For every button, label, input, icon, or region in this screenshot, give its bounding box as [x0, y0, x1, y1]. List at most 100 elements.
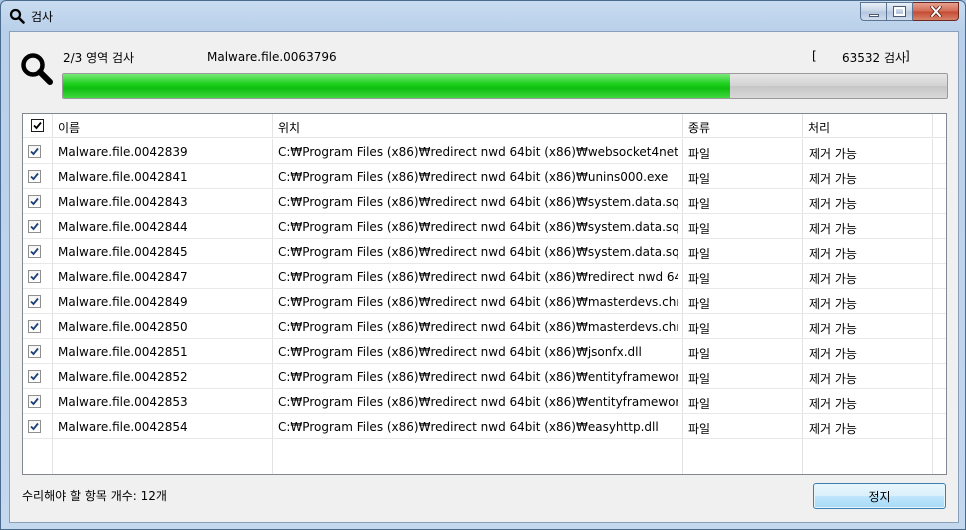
stop-button[interactable]: 정지	[813, 483, 946, 509]
row-checkbox[interactable]	[28, 420, 41, 433]
row-checkbox[interactable]	[28, 245, 41, 258]
results-list[interactable]: 이름 위치 종류 처리 Malware.file.0042839 C:₩Progr…	[22, 113, 947, 475]
select-all-checkbox[interactable]	[31, 119, 44, 132]
minimize-icon	[868, 14, 879, 17]
row-checkbox[interactable]	[28, 320, 41, 333]
row-type: 파일	[688, 322, 711, 336]
row-action: 제거 가능	[809, 397, 857, 411]
row-action: 제거 가능	[809, 247, 857, 261]
scan-count-label: 63532 검사	[842, 51, 907, 65]
current-file-label: Malware.file.0063796	[207, 50, 337, 64]
table-row[interactable]: Malware.file.0042849 C:₩Program Files (x8…	[23, 289, 946, 314]
row-location: C:₩Program Files (x86)₩redirect nwd 64bi…	[278, 345, 642, 359]
scan-window: 검사 2/3 영역 검사 Malware.file.0063796 [ 6353…	[0, 0, 966, 530]
check-icon	[30, 222, 39, 231]
check-icon	[30, 297, 39, 306]
check-icon	[30, 172, 39, 181]
row-location: C:₩Program Files (x86)₩redirect nwd 64bi…	[278, 295, 678, 309]
row-name: Malware.file.0042852	[58, 370, 188, 384]
check-icon	[30, 247, 39, 256]
row-name: Malware.file.0042847	[58, 270, 188, 284]
scan-progress-bar	[62, 73, 948, 99]
row-checkbox[interactable]	[28, 295, 41, 308]
row-type: 파일	[688, 247, 711, 261]
row-action: 제거 가능	[809, 347, 857, 361]
row-checkbox[interactable]	[28, 345, 41, 358]
header-check-column	[23, 114, 53, 137]
row-type: 파일	[688, 147, 711, 161]
count-bracket-open: [	[812, 49, 817, 63]
row-type: 파일	[688, 297, 711, 311]
row-type: 파일	[688, 172, 711, 186]
header-action[interactable]: 처리	[803, 114, 933, 137]
check-icon	[30, 347, 39, 356]
row-checkbox[interactable]	[28, 270, 41, 283]
check-icon	[30, 372, 39, 381]
row-type: 파일	[688, 222, 711, 236]
client-area: 2/3 영역 검사 Malware.file.0063796 [ 63532 검…	[9, 31, 959, 523]
check-icon	[30, 397, 39, 406]
row-checkbox[interactable]	[28, 195, 41, 208]
repair-count-label: 수리해야 할 항목 개수: 12개	[22, 489, 167, 503]
maximize-button[interactable]	[887, 2, 913, 21]
count-bracket-close: ]	[905, 49, 910, 63]
scan-area-label: 2/3 영역 검사	[63, 51, 135, 65]
row-location: C:₩Program Files (x86)₩redirect nwd 64bi…	[278, 370, 678, 384]
check-icon	[30, 322, 39, 331]
row-action: 제거 가능	[809, 222, 857, 236]
row-checkbox[interactable]	[28, 145, 41, 158]
row-location: C:₩Program Files (x86)₩redirect nwd 64bi…	[278, 195, 678, 209]
title-bar[interactable]: 검사	[1, 1, 965, 31]
table-row[interactable]: Malware.file.0042841 C:₩Program Files (x8…	[23, 164, 946, 189]
row-type: 파일	[688, 372, 711, 386]
row-location: C:₩Program Files (x86)₩redirect nwd 64bi…	[278, 220, 678, 234]
search-icon	[9, 8, 25, 24]
check-icon	[30, 197, 39, 206]
results-rows: Malware.file.0042839 C:₩Program Files (x8…	[23, 139, 946, 439]
row-checkbox[interactable]	[28, 220, 41, 233]
maximize-icon	[893, 6, 906, 17]
row-location: C:₩Program Files (x86)₩redirect nwd 64bi…	[278, 170, 669, 184]
header-type[interactable]: 종류	[683, 114, 803, 137]
close-icon	[929, 6, 942, 17]
header-location[interactable]: 위치	[273, 114, 683, 137]
row-location: C:₩Program Files (x86)₩redirect nwd 64bi…	[278, 395, 678, 409]
header-name-label: 이름	[58, 121, 81, 135]
header-location-label: 위치	[278, 121, 301, 135]
table-row[interactable]: Malware.file.0042839 C:₩Program Files (x8…	[23, 139, 946, 164]
minimize-button[interactable]	[860, 2, 887, 21]
table-row[interactable]: Malware.file.0042854 C:₩Program Files (x8…	[23, 414, 946, 439]
search-icon	[21, 53, 53, 85]
row-location: C:₩Program Files (x86)₩redirect nwd 64bi…	[278, 270, 678, 284]
table-row[interactable]: Malware.file.0042850 C:₩Program Files (x8…	[23, 314, 946, 339]
row-checkbox[interactable]	[28, 395, 41, 408]
row-action: 제거 가능	[809, 297, 857, 311]
table-row[interactable]: Malware.file.0042845 C:₩Program Files (x8…	[23, 239, 946, 264]
row-type: 파일	[688, 197, 711, 211]
close-button[interactable]	[913, 2, 959, 21]
header-name[interactable]: 이름	[53, 114, 273, 137]
table-row[interactable]: Malware.file.0042851 C:₩Program Files (x8…	[23, 339, 946, 364]
table-row[interactable]: Malware.file.0042852 C:₩Program Files (x8…	[23, 364, 946, 389]
table-row[interactable]: Malware.file.0042844 C:₩Program Files (x8…	[23, 214, 946, 239]
header-type-label: 종류	[688, 121, 711, 135]
row-type: 파일	[688, 422, 711, 436]
row-name: Malware.file.0042841	[58, 170, 188, 184]
table-row[interactable]: Malware.file.0042843 C:₩Program Files (x8…	[23, 189, 946, 214]
row-action: 제거 가능	[809, 172, 857, 186]
row-action: 제거 가능	[809, 147, 857, 161]
row-name: Malware.file.0042853	[58, 395, 188, 409]
row-checkbox[interactable]	[28, 170, 41, 183]
row-location: C:₩Program Files (x86)₩redirect nwd 64bi…	[278, 420, 659, 434]
row-action: 제거 가능	[809, 322, 857, 336]
list-header: 이름 위치 종류 처리	[23, 114, 946, 138]
table-row[interactable]: Malware.file.0042853 C:₩Program Files (x8…	[23, 389, 946, 414]
check-icon	[30, 272, 39, 281]
row-type: 파일	[688, 347, 711, 361]
row-checkbox[interactable]	[28, 370, 41, 383]
check-icon	[33, 121, 42, 130]
row-name: Malware.file.0042839	[58, 145, 188, 159]
row-location: C:₩Program Files (x86)₩redirect nwd 64bi…	[278, 320, 678, 334]
table-row[interactable]: Malware.file.0042847 C:₩Program Files (x8…	[23, 264, 946, 289]
row-location: C:₩Program Files (x86)₩redirect nwd 64bi…	[278, 245, 678, 259]
